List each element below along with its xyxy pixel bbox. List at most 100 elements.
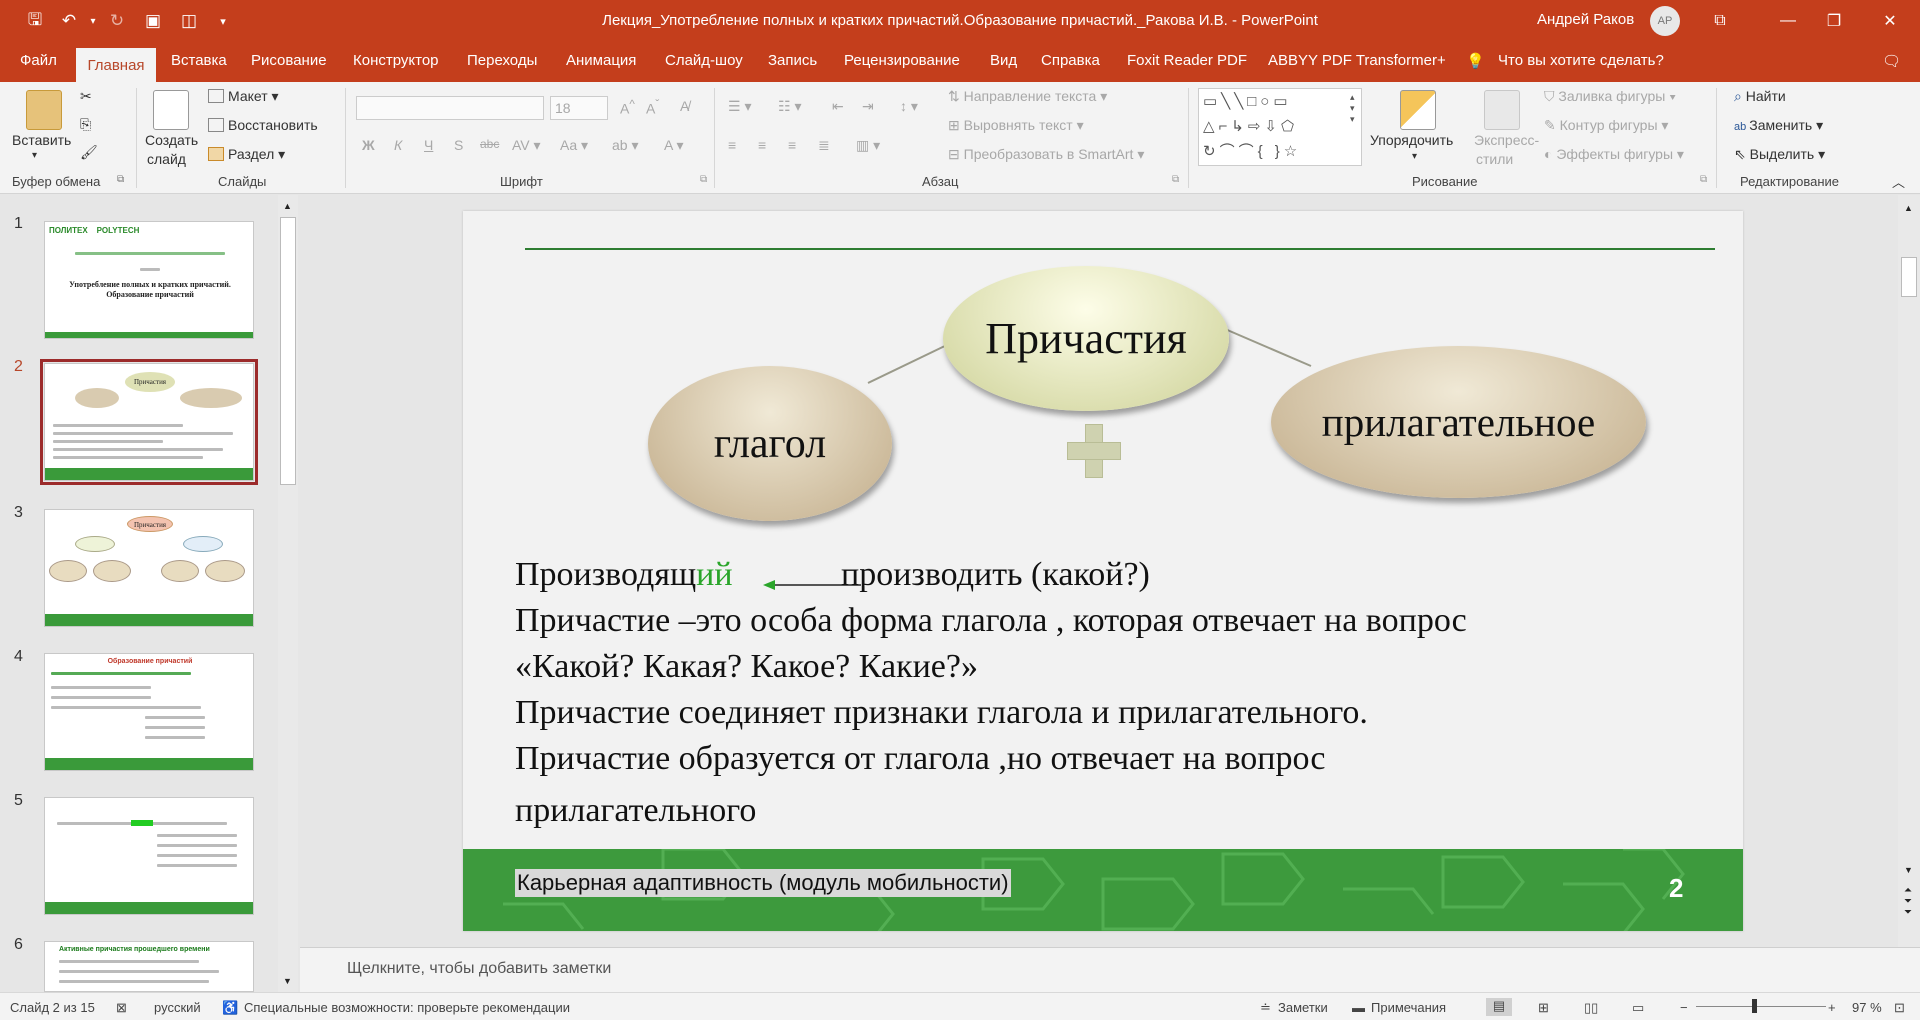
arrange-dropdown-icon[interactable]: ▾ xyxy=(1412,151,1417,162)
zoom-level[interactable]: 97 % xyxy=(1852,1000,1882,1015)
font-size-input[interactable]: 18 xyxy=(550,96,608,120)
format-painter-icon[interactable]: 🖌 xyxy=(80,144,98,161)
minimize-icon[interactable]: — xyxy=(1768,6,1808,36)
notes-placeholder[interactable]: Щелкните, чтобы добавить заметки xyxy=(347,960,611,978)
node-right[interactable]: прилагательное xyxy=(1271,346,1646,498)
text-line-1[interactable]: Производящий производить (какой?) xyxy=(515,556,1150,594)
paste-dropdown-icon[interactable]: ▾ xyxy=(32,150,37,161)
tab-abbyy[interactable]: ABBYY PDF Transformer+ xyxy=(1268,52,1446,69)
zoom-out-icon[interactable]: − xyxy=(1680,1000,1688,1015)
notes-button[interactable]: Заметки xyxy=(1278,1000,1328,1015)
slide-thumbnail-1[interactable]: ПОЛИТЕХ POLYTECH Употребление полных и к… xyxy=(44,221,254,339)
shape-outline-button[interactable]: ✎ Контур фигуры ▾ xyxy=(1544,117,1668,134)
cut-icon[interactable]: ✂ xyxy=(80,88,92,105)
avatar[interactable]: АР xyxy=(1650,6,1680,36)
close-icon[interactable]: ✕ xyxy=(1870,6,1910,36)
slide-sorter-icon[interactable]: ⊞ xyxy=(1538,1000,1549,1016)
redo-icon[interactable]: ↻ xyxy=(104,9,130,33)
text-line-3[interactable]: «Какой? Какая? Какое? Какие?» xyxy=(515,648,978,686)
find-button[interactable]: ⌕ Найти xyxy=(1734,88,1786,105)
align-center-icon[interactable]: ≡ xyxy=(758,137,766,153)
char-spacing-icon[interactable]: AV ▾ xyxy=(512,137,541,154)
shape-fill-button[interactable]: ⛉ Заливка фигуры ▾ xyxy=(1544,88,1676,105)
tab-design[interactable]: Конструктор xyxy=(353,52,439,69)
clear-format-icon[interactable]: A̸ xyxy=(680,98,689,114)
shrink-font-icon[interactable]: Aˇ xyxy=(646,98,659,117)
spellcheck-icon[interactable]: ⊠ xyxy=(116,1000,127,1016)
slideshow-view-icon[interactable]: ▭ xyxy=(1632,1000,1644,1016)
align-left-icon[interactable]: ≡ xyxy=(728,137,736,153)
touch-mode-icon[interactable]: ◫ xyxy=(176,9,202,33)
tab-view[interactable]: Вид xyxy=(990,52,1017,69)
text-direction-button[interactable]: ⇅ Направление текста ▾ xyxy=(948,88,1107,105)
accessibility-icon[interactable]: ♿ xyxy=(222,1000,238,1016)
undo-icon[interactable]: ↶ xyxy=(56,9,82,33)
tab-record[interactable]: Запись xyxy=(768,52,817,69)
customize-toolbar-icon[interactable]: ▾ xyxy=(210,9,236,33)
tell-me-input[interactable]: Что вы хотите сделать? xyxy=(1498,52,1664,69)
language-indicator[interactable]: русский xyxy=(154,1000,201,1015)
undo-dropdown-icon[interactable]: ▾ xyxy=(80,9,106,33)
scroll-thumb[interactable] xyxy=(1901,257,1917,297)
columns-icon[interactable]: ▥ ▾ xyxy=(856,137,880,154)
quick-styles-button[interactable]: Экспресс- xyxy=(1474,132,1539,148)
numbering-icon[interactable]: ☷ ▾ xyxy=(778,98,801,115)
change-case-icon[interactable]: Aa ▾ xyxy=(560,137,588,154)
reading-view-icon[interactable]: ▯▯ xyxy=(1584,1000,1598,1016)
slide-thumbnail-3[interactable]: Причастия xyxy=(44,509,254,627)
slide-thumbnail-5[interactable] xyxy=(44,797,254,915)
decrease-indent-icon[interactable]: ⇤ xyxy=(832,98,844,115)
select-button[interactable]: ⇖ Выделить ▾ xyxy=(1734,146,1825,163)
tab-review[interactable]: Рецензирование xyxy=(844,52,960,69)
paragraph-launcher-icon[interactable]: ⧉ xyxy=(1172,174,1179,185)
new-slide-icon[interactable] xyxy=(153,90,189,130)
increase-indent-icon[interactable]: ⇥ xyxy=(862,98,874,115)
text-line-4[interactable]: Причастие соединяет признаки глагола и п… xyxy=(515,694,1368,732)
tab-foxit[interactable]: Foxit Reader PDF xyxy=(1127,52,1247,69)
notes-pane[interactable]: Щелкните, чтобы добавить заметки xyxy=(300,947,1920,992)
node-left[interactable]: глагол xyxy=(648,366,892,521)
zoom-thumb[interactable] xyxy=(1752,999,1757,1013)
underline-icon[interactable]: Ч xyxy=(424,137,433,153)
shapes-more-icon[interactable]: ▴ ▾ ▾ xyxy=(1350,92,1355,125)
maximize-icon[interactable]: ❐ xyxy=(1814,6,1854,36)
scroll-down-icon[interactable]: ▼ xyxy=(283,976,292,986)
copy-icon[interactable]: ⎘ xyxy=(80,116,91,133)
section-button[interactable]: Раздел ▾ xyxy=(208,146,285,163)
text-line-5[interactable]: Причастие образуется от глагола ,но отве… xyxy=(515,740,1325,778)
text-line-6[interactable]: прилагательного xyxy=(515,792,756,830)
clipboard-launcher-icon[interactable]: ⧉ xyxy=(117,174,124,185)
font-color-icon[interactable]: A ▾ xyxy=(664,137,683,154)
node-center[interactable]: Причастия xyxy=(943,266,1229,411)
bullets-icon[interactable]: ☰ ▾ xyxy=(728,98,751,115)
slide-thumbnail-4[interactable]: Образование причастий xyxy=(44,653,254,771)
footer-text[interactable]: Карьерная адаптивность (модуль мобильнос… xyxy=(515,869,1011,897)
arrange-icon[interactable] xyxy=(1400,90,1436,130)
comments-button[interactable]: Примечания xyxy=(1371,1000,1446,1015)
highlight-icon[interactable]: ab ▾ xyxy=(612,137,639,154)
reset-button[interactable]: Восстановить xyxy=(208,117,318,133)
tab-insert[interactable]: Вставка xyxy=(171,52,227,69)
drawing-launcher-icon[interactable]: ⧉ xyxy=(1700,174,1707,185)
scroll-up-icon[interactable]: ▲ xyxy=(283,201,292,211)
align-right-icon[interactable]: ≡ xyxy=(788,137,796,153)
slide-scrollbar[interactable]: ▲ ▼ ⏶ ⏷ ⏷ xyxy=(1898,195,1920,947)
tab-animation[interactable]: Анимация xyxy=(566,52,636,69)
arrange-button[interactable]: Упорядочить xyxy=(1370,132,1453,148)
slide-thumbnail-2[interactable]: Причастия xyxy=(40,359,258,485)
align-text-button[interactable]: ⊞ Выровнять текст ▾ xyxy=(948,117,1084,134)
scroll-up-icon[interactable]: ▲ xyxy=(1904,203,1913,213)
scroll-down-icon[interactable]: ▼ xyxy=(1904,865,1913,875)
shape-effects-button[interactable]: ◐ Эффекты фигуры ▾ xyxy=(1544,146,1684,163)
accessibility-status[interactable]: Специальные возможности: проверьте реком… xyxy=(244,1000,570,1015)
font-launcher-icon[interactable]: ⧉ xyxy=(700,174,707,185)
quick-styles-icon[interactable] xyxy=(1484,90,1520,130)
ribbon-display-icon[interactable]: ⧉ xyxy=(1700,6,1740,36)
shapes-gallery[interactable]: ▭╲╲□○▭ △⌐↳⇨⇩⬠ ↻⌒⌒{ }☆ xyxy=(1198,88,1362,166)
grow-font-icon[interactable]: A^ xyxy=(620,98,635,117)
paste-button[interactable]: Вставить xyxy=(12,132,71,148)
presentation-icon[interactable]: ▣ xyxy=(140,9,166,33)
zoom-in-icon[interactable]: + xyxy=(1828,1000,1836,1015)
strikethrough-icon[interactable]: abc xyxy=(480,137,499,151)
replace-button[interactable]: ab Заменить ▾ xyxy=(1734,117,1823,134)
